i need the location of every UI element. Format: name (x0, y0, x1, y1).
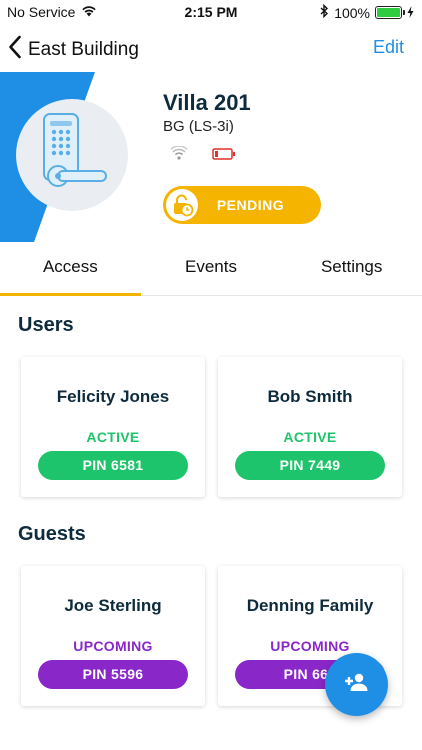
lock-clock-icon (166, 189, 198, 221)
bluetooth-icon (320, 3, 329, 21)
wifi-signal-icon (170, 145, 188, 165)
chevron-left-icon (8, 35, 22, 64)
user-name: Bob Smith (267, 387, 353, 406)
pin-pill: PIN 5596 (38, 660, 188, 689)
guest-name: Denning Family (246, 596, 374, 615)
pending-label: PENDING (216, 197, 285, 213)
user-name: Felicity Jones (56, 387, 170, 406)
nav-bar: East Building Edit (0, 28, 422, 68)
status-badge: ACTIVE (86, 429, 140, 445)
add-person-icon (344, 672, 370, 697)
pending-status-button[interactable]: PENDING (163, 186, 321, 224)
back-button[interactable]: East Building (8, 35, 139, 64)
device-header: Villa 201 BG (LS-3i) PENDING (0, 72, 422, 242)
status-badge: UPCOMING (270, 638, 350, 654)
device-name: Villa 201 (163, 90, 251, 115)
tab-access[interactable]: Access (0, 242, 141, 296)
guest-name: Joe Sterling (64, 596, 162, 615)
tab-settings[interactable]: Settings (281, 242, 422, 295)
pin-pill: PIN 6581 (38, 451, 188, 480)
charging-icon (407, 5, 414, 21)
device-model: BG (LS-3i) (163, 118, 234, 135)
guest-card-joe-sterling[interactable]: Joe Sterling UPCOMING PIN 5596 (21, 566, 205, 706)
add-user-button[interactable] (325, 653, 388, 716)
keypad-lock-icon (43, 113, 107, 187)
battery-percent: 100% (334, 4, 370, 21)
low-battery-icon (212, 147, 236, 165)
back-label: East Building (28, 38, 139, 60)
pin-pill: PIN 7449 (235, 451, 385, 480)
user-card-felicity-jones[interactable]: Felicity Jones ACTIVE PIN 6581 (21, 357, 205, 497)
lock-image (16, 99, 128, 211)
tab-bar: Access Events Settings (0, 242, 422, 296)
edit-button[interactable]: Edit (373, 37, 404, 58)
status-badge: UPCOMING (73, 638, 153, 654)
battery-icon (375, 6, 405, 19)
users-section-title: Users (18, 314, 74, 336)
status-badge: ACTIVE (283, 429, 337, 445)
tab-events[interactable]: Events (141, 242, 282, 295)
status-bar: No Service 2:15 PM 100% (0, 0, 422, 24)
user-card-bob-smith[interactable]: Bob Smith ACTIVE PIN 7449 (218, 357, 402, 497)
guests-section-title: Guests (18, 523, 86, 545)
